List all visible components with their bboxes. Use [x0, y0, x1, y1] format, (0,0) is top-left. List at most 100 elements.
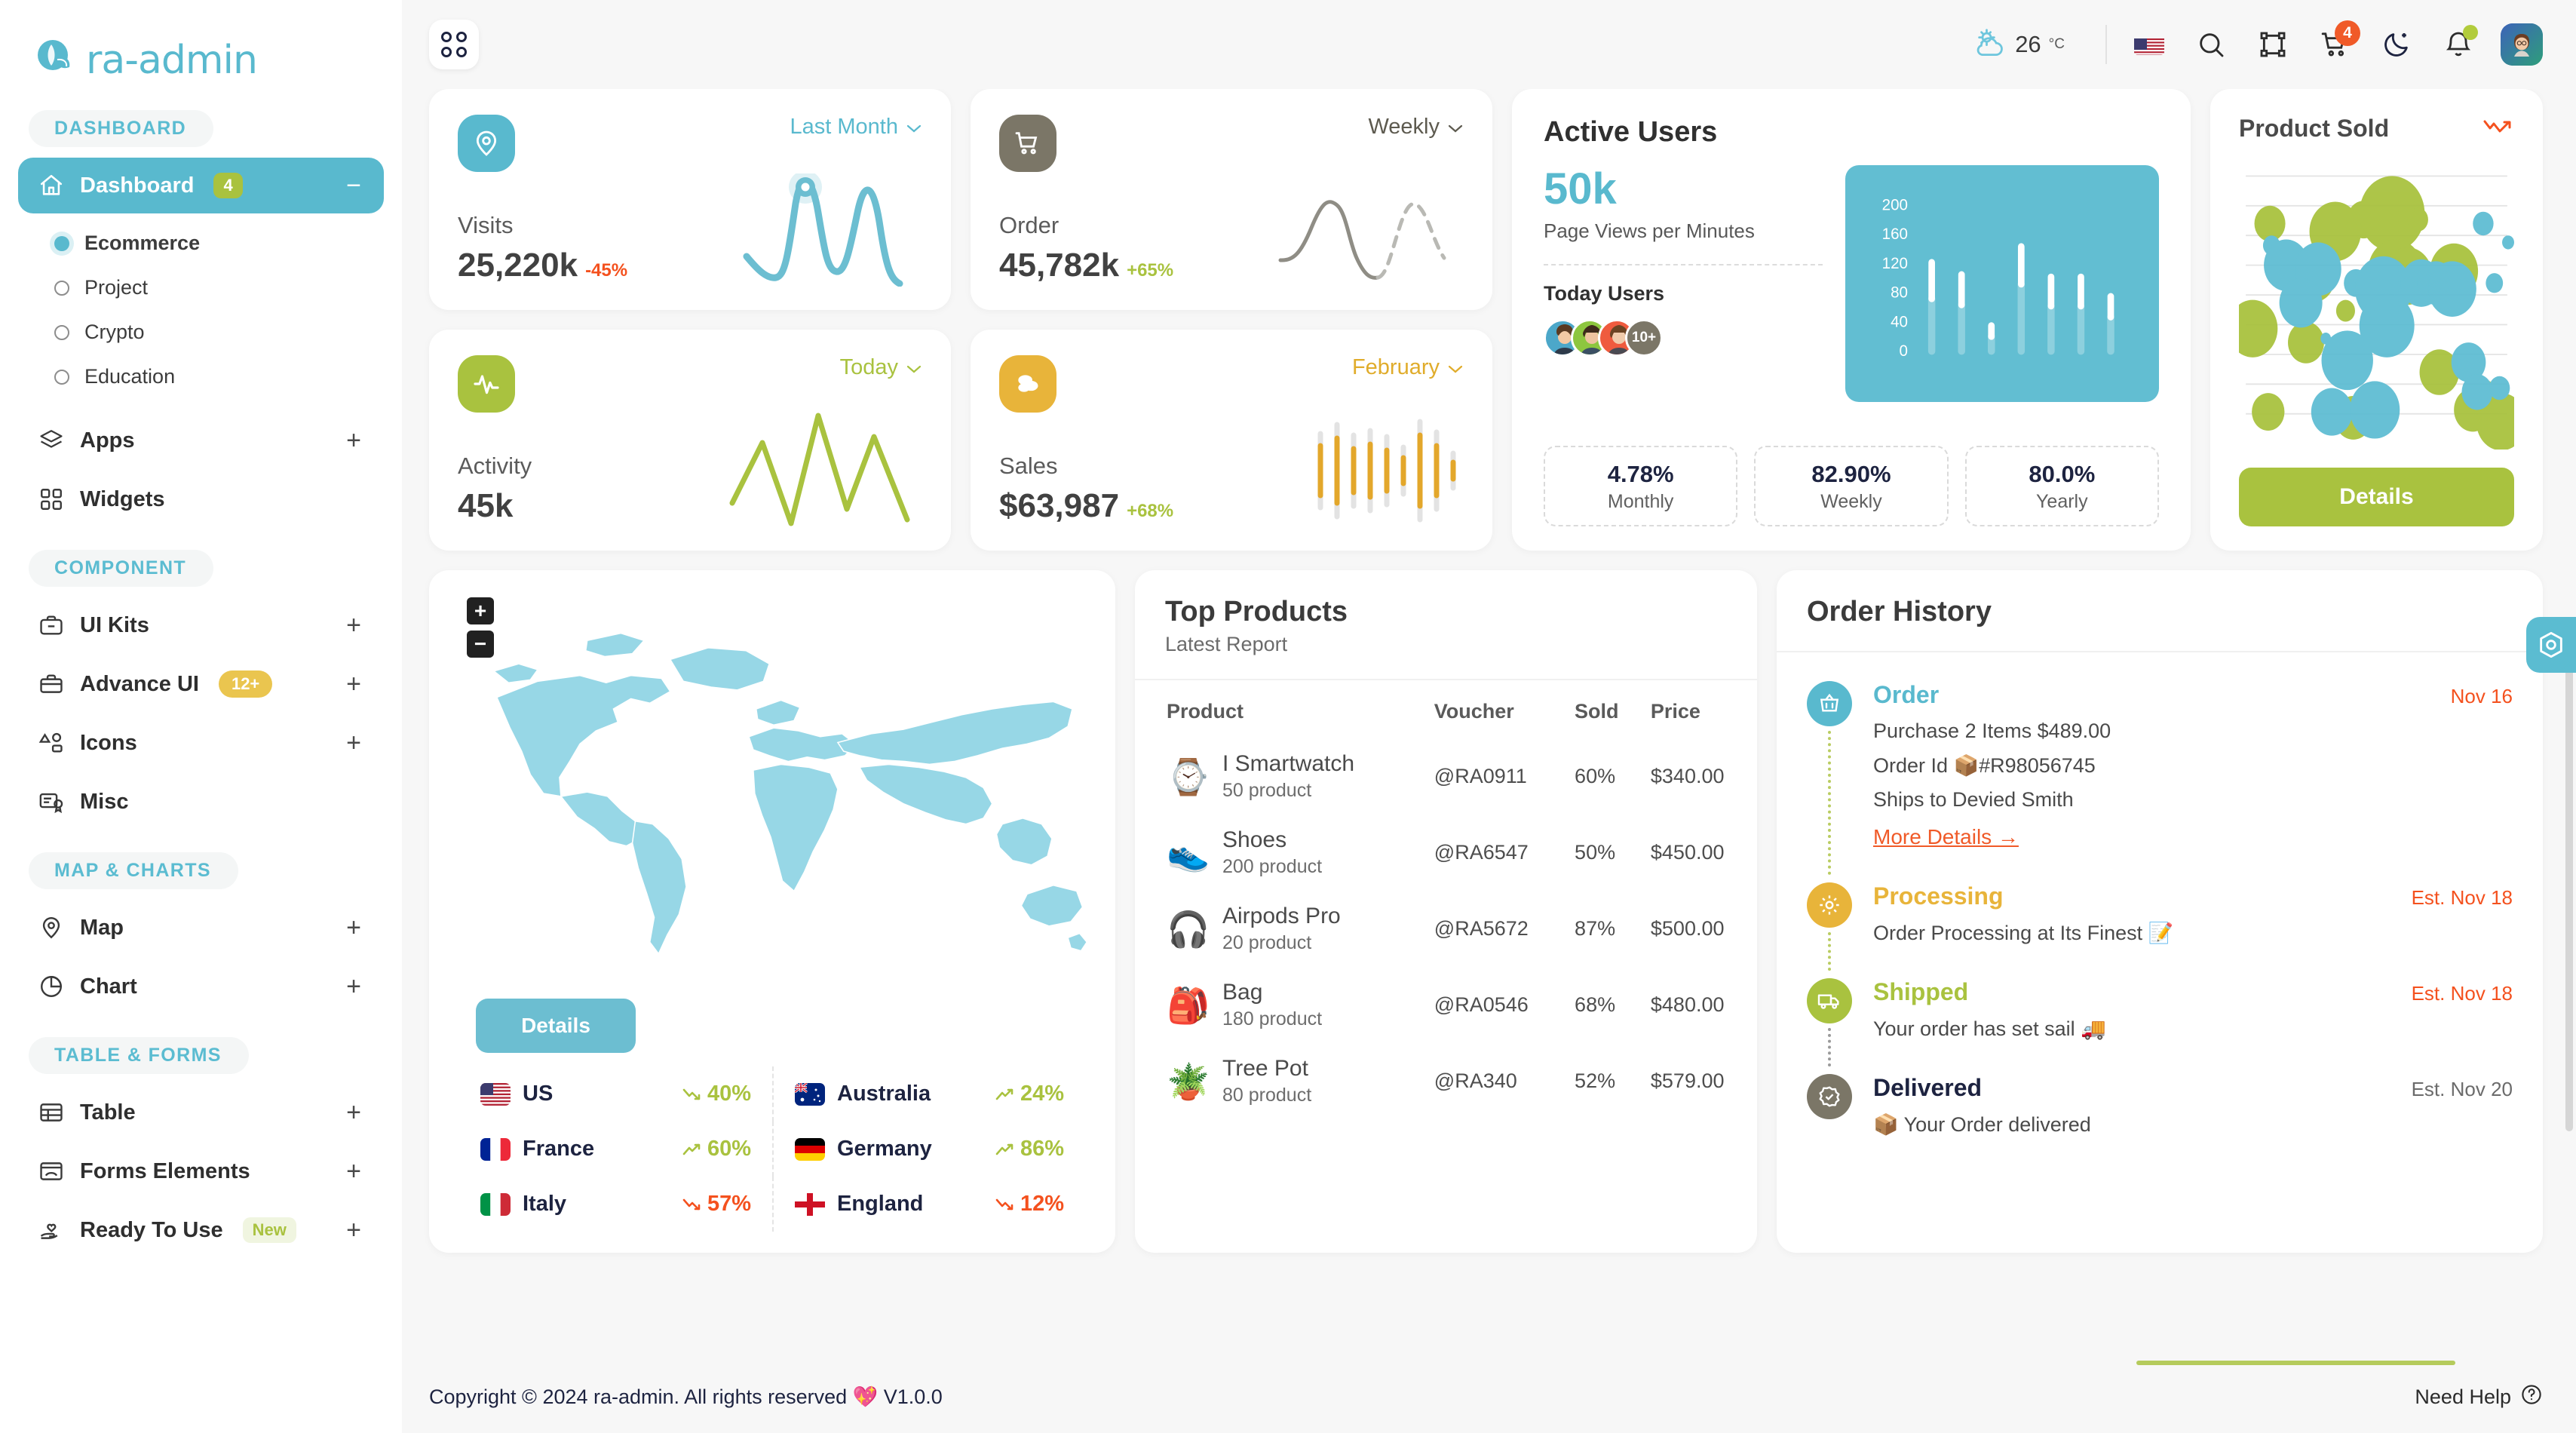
weather-temperature: 26	[2015, 31, 2041, 57]
stat-card-order[interactable]: Weekly Order 45,782k +65%	[971, 89, 1492, 310]
need-help-link[interactable]: Need Help	[2415, 1383, 2543, 1411]
expand-icon[interactable]: +	[346, 1217, 361, 1243]
sidebar-item-map[interactable]: Map +	[18, 900, 384, 956]
collapse-icon[interactable]: −	[346, 173, 361, 198]
zoom-out-button[interactable]: −	[467, 631, 494, 658]
table-row[interactable]: 🎧 Airpods Pro 20 product @RA5672 87% $500…	[1135, 891, 1757, 967]
cart-icon	[999, 115, 1056, 172]
sidebar-item-table[interactable]: Table +	[18, 1085, 384, 1140]
expand-icon[interactable]: +	[346, 428, 361, 453]
bell-icon[interactable]	[2439, 25, 2478, 64]
fullscreen-icon[interactable]	[2253, 25, 2292, 64]
column-voucher: Voucher	[1434, 700, 1514, 723]
order-date: Est. Nov 20	[2411, 1078, 2513, 1100]
expand-icon[interactable]: +	[346, 671, 361, 697]
svg-text:160: 160	[1882, 226, 1908, 243]
table-row[interactable]: ⌚ I Smartwatch 50 product @RA0911 60% $34…	[1135, 738, 1757, 815]
sidebar-item-crypto[interactable]: Crypto	[0, 310, 402, 354]
sidebar-item-ready-to-use[interactable]: Ready To Use New +	[18, 1202, 384, 1258]
map-zoom-controls[interactable]: + −	[467, 597, 494, 664]
settings-gear-icon[interactable]	[2526, 617, 2576, 673]
expand-icon[interactable]: +	[346, 1158, 361, 1184]
zoom-in-button[interactable]: +	[467, 597, 494, 624]
sidebar-subitem-label: Education	[84, 365, 176, 388]
sidebar-item-label: Icons	[80, 730, 137, 755]
sidebar-item-forms-elements[interactable]: Forms Elements +	[18, 1143, 384, 1199]
expand-icon[interactable]: +	[346, 974, 361, 999]
sidebar-item-widgets[interactable]: Widgets	[18, 471, 384, 527]
radio-icon	[54, 324, 69, 340]
world-map[interactable]	[452, 591, 1093, 999]
avatar[interactable]	[2501, 23, 2543, 66]
timeline-item-delivered[interactable]: Delivered Est. Nov 20 📦 Your Order deliv…	[1807, 1074, 2513, 1170]
moon-icon[interactable]	[2377, 25, 2416, 64]
period-selector-visits[interactable]: Last Month	[790, 115, 922, 140]
country-row-italy[interactable]: Italy 57%	[459, 1177, 772, 1232]
table-row[interactable]: 🪴 Tree Pot 80 product @RA340 52% $579.00	[1135, 1043, 1757, 1119]
order-line: Ships to Devied Smith	[1873, 788, 2074, 811]
table-row[interactable]: 🎒 Bag 180 product @RA0546 68% $480.00	[1135, 967, 1757, 1043]
stat-delta: +65%	[1127, 260, 1174, 281]
expand-icon[interactable]: +	[346, 915, 361, 941]
stat-row-top: Last Month Visits 25,220k -45% Weekly Or…	[429, 89, 1492, 310]
table-row[interactable]: 👟 Shoes 200 product @RA6547 50% $450.00	[1135, 815, 1757, 891]
period-selector-sales[interactable]: February	[1352, 355, 1464, 380]
sidebar-item-ui-kits[interactable]: UI Kits +	[18, 597, 384, 653]
product-name: Bag	[1222, 980, 1263, 1005]
ready-to-use-badge: New	[242, 1217, 296, 1243]
country-row-france[interactable]: France 60%	[459, 1122, 772, 1177]
chevron-down-icon	[906, 115, 922, 140]
search-icon[interactable]	[2191, 25, 2231, 64]
sidebar-subitem-label: Ecommerce	[84, 232, 201, 254]
country-row-germany[interactable]: Germany 86%	[772, 1122, 1085, 1177]
stat-value: 45,782k	[999, 247, 1120, 284]
country-row-australia[interactable]: Australia 24%	[772, 1066, 1085, 1122]
product-image: ⌚	[1167, 756, 1210, 796]
sidebar-item-project[interactable]: Project	[0, 265, 402, 310]
sidebar-subitem-label: Project	[84, 276, 149, 299]
timeline-item-processing[interactable]: Processing Est. Nov 18 Order Processing …	[1807, 882, 2513, 978]
brand[interactable]: ra-admin	[0, 0, 402, 91]
timeline-connector	[1828, 932, 1831, 971]
timeline-item-order[interactable]: Order Nov 16 Purchase 2 Items $489.00 Or…	[1807, 681, 2513, 882]
expand-icon[interactable]: +	[346, 730, 361, 756]
page-scrollbar[interactable]	[2565, 649, 2573, 1312]
top-products-card: Top Products Latest Report Product Vouch…	[1135, 570, 1757, 1253]
flag-us-icon[interactable]	[2130, 25, 2169, 64]
activity-sparkline	[728, 407, 931, 531]
today-users-avatars[interactable]: 10+	[1544, 318, 1823, 357]
period-selector-order[interactable]: Weekly	[1368, 115, 1464, 140]
sidebar-item-education[interactable]: Education	[0, 354, 402, 399]
metric-value: 82.90%	[1811, 461, 1891, 487]
stat-delta: +68%	[1127, 501, 1174, 521]
scrollbar-thumb[interactable]	[2565, 649, 2573, 1131]
product-price: $579.00	[1650, 1069, 1725, 1092]
svg-text:200: 200	[1882, 196, 1908, 213]
product-sold-details-button[interactable]: Details	[2239, 468, 2514, 526]
sidebar-item-ecommerce[interactable]: Ecommerce	[0, 221, 402, 265]
country-row-england[interactable]: England 12%	[772, 1177, 1085, 1232]
cart-icon[interactable]: 4	[2315, 20, 2360, 64]
grid-dots-icon[interactable]	[429, 20, 479, 69]
sidebar-item-advance-ui[interactable]: Advance UI 12+ +	[18, 656, 384, 712]
product-name: Shoes	[1222, 827, 1287, 852]
stat-card-sales[interactable]: February Sales $63,987 +68%	[971, 330, 1492, 551]
gear-icon	[1807, 882, 1852, 928]
sidebar-item-label: Advance UI	[80, 671, 199, 696]
more-details-link[interactable]: More Details →	[1873, 825, 2019, 849]
stat-card-activity[interactable]: Today Activity 45k	[429, 330, 951, 551]
map-details-button[interactable]: Details	[476, 999, 636, 1053]
period-selector-activity[interactable]: Today	[840, 355, 922, 380]
expand-icon[interactable]: +	[346, 612, 361, 638]
leaf-logo-icon	[36, 38, 80, 82]
sidebar-item-chart[interactable]: Chart +	[18, 959, 384, 1014]
sidebar-item-icons[interactable]: Icons +	[18, 715, 384, 771]
expand-icon[interactable]: +	[346, 1100, 361, 1125]
stat-card-visits[interactable]: Last Month Visits 25,220k -45%	[429, 89, 951, 310]
sidebar-item-misc[interactable]: Misc	[18, 774, 384, 830]
sidebar-item-dashboard[interactable]: Dashboard 4 −	[18, 158, 384, 213]
timeline-item-shipped[interactable]: Shipped Est. Nov 18 Your order has set s…	[1807, 978, 2513, 1074]
country-row-us[interactable]: US 40%	[459, 1066, 772, 1122]
main-area: 26 °C 4 Last Month Visits 25,220k -45% W…	[402, 0, 2576, 1433]
sidebar-item-apps[interactable]: Apps +	[18, 413, 384, 468]
